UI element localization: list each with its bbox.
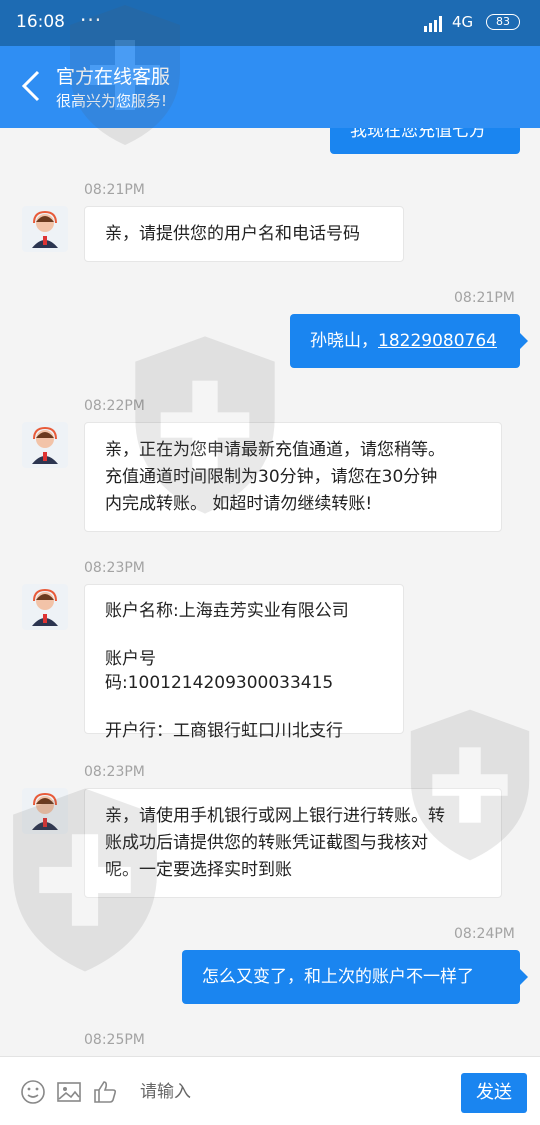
send-button[interactable]: 发送 (461, 1073, 527, 1113)
back-arrow-icon[interactable] (18, 66, 48, 106)
message-line: 亲，正在为您申请最新充值通道，请您稍等。 (105, 440, 445, 460)
chat-header: 官方在线客服 很高兴为您服务! (0, 46, 540, 128)
more-dots-icon: ··· (80, 8, 103, 32)
thumbs-up-icon[interactable] (92, 1079, 118, 1105)
message-line: 内完成转账。 如超时请勿继续转账! (105, 494, 373, 514)
message-bubble-agent: 账户名称:上海垚芳实业有限公司 账户号码:1001214209300033415… (84, 584, 404, 741)
message-time: 08:25PM (84, 1032, 145, 1048)
account-name: 账户名称:上海垚芳实业有限公司 (105, 601, 349, 621)
message-line: 呢。一定要选择实时到账 (105, 860, 292, 880)
emoji-icon[interactable] (20, 1079, 46, 1105)
agent-avatar (22, 422, 68, 468)
message-time: 08:22PM (84, 398, 145, 414)
bank-branch: 开户行：工商银行虹口川北支行 (105, 721, 343, 741)
status-bar: 16:08 ··· 4G 83 (0, 0, 540, 46)
agent-avatar-icon (32, 210, 58, 248)
chat-area[interactable]: 我现在您充值七方 08:21PM 亲，请提供您的用户名和电话号码 08:21PM… (0, 128, 540, 1056)
message-text: 亲，请提供您的用户名和电话号码 (105, 224, 360, 244)
message-time: 08:23PM (84, 764, 145, 780)
account-number: 账户号码:1001214209300033415 (105, 649, 334, 693)
bubble-tail (520, 969, 528, 985)
agent-avatar-icon (32, 426, 58, 464)
message-time: 08:24PM (454, 926, 515, 942)
image-icon[interactable] (56, 1079, 82, 1105)
message-time: 08:21PM (454, 290, 515, 306)
message-bubble-user: 孙晓山，18229080764 (290, 314, 528, 368)
message-bubble-user: 怎么又变了，和上次的账户不一样了 (182, 950, 528, 1004)
message-time: 08:23PM (84, 560, 145, 576)
message-bubble-agent: 亲，请使用手机银行或网上银行进行转账。转 账成功后请提供您的转账凭证截图与我核对… (84, 788, 502, 898)
user-name-text: 孙晓山， (310, 331, 378, 351)
message-line: 账成功后请提供您的转账凭证截图与我核对 (105, 833, 428, 853)
battery-icon: 83 (486, 14, 520, 30)
message-text: 怎么又变了，和上次的账户不一样了 (202, 967, 474, 987)
signal-icon (424, 16, 442, 32)
agent-avatar-icon (32, 588, 58, 626)
phone-link[interactable]: 18229080764 (378, 331, 497, 351)
agent-avatar (22, 788, 68, 834)
message-text: 我现在您充值七方 (350, 128, 486, 141)
agent-avatar (22, 206, 68, 252)
page-title: 官方在线客服 (56, 66, 171, 88)
page-subtitle: 很高兴为您服务! (56, 92, 168, 110)
message-line: 亲，请使用手机银行或网上银行进行转账。转 (105, 806, 445, 826)
agent-avatar-icon (32, 792, 58, 830)
network-type: 4G (452, 13, 474, 31)
message-input[interactable]: 请输入 (140, 1077, 191, 1102)
message-bubble-agent: 亲，正在为您申请最新充值通道，请您稍等。 充值通道时间限制为30分钟，请您在30… (84, 422, 502, 532)
message-bubble-user: 我现在您充值七方 (330, 128, 520, 154)
message-bubble-agent: 亲，请提供您的用户名和电话号码 (84, 206, 404, 262)
message-line: 充值通道时间限制为30分钟，请您在30分钟 (105, 467, 438, 487)
status-time: 16:08 (16, 12, 65, 32)
input-bar: 请输入 发送 (0, 1056, 540, 1125)
agent-avatar (22, 584, 68, 630)
message-time: 08:21PM (84, 182, 145, 198)
bubble-tail (520, 333, 528, 349)
